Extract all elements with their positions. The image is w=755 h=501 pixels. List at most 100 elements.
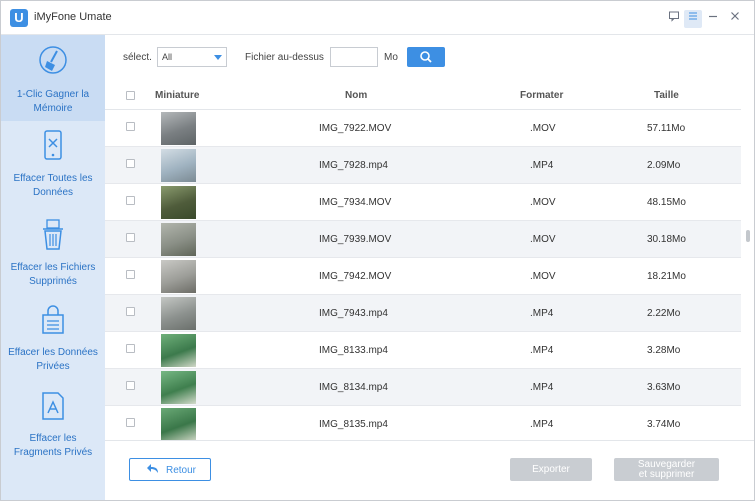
sidebar-item-label: Effacer les Données Privées [8, 347, 98, 372]
type-select[interactable]: All [157, 47, 227, 67]
sidebar: 1-Clic Gagner la Mémoire Effacer Toutes … [1, 35, 105, 500]
lock-data-icon [1, 303, 105, 342]
row-checkbox[interactable] [126, 381, 135, 390]
file-format: .MOV [530, 271, 556, 282]
sidebar-item-erase-deleted[interactable]: Effacer les Fichiers Supprimés [1, 218, 105, 298]
file-name: IMG_8135.mp4 [319, 419, 388, 430]
table-header: Miniature Nom Formater Taille [105, 80, 741, 110]
sidebar-item-erase-private[interactable]: Effacer les Données Privées [1, 303, 105, 383]
row-checkbox[interactable] [126, 159, 135, 168]
file-name: IMG_7943.mp4 [319, 308, 388, 319]
file-format: .MP4 [530, 382, 554, 393]
scrollbar-track[interactable] [742, 111, 750, 439]
file-format: .MOV [530, 234, 556, 245]
file-size: 3.74Mo [647, 419, 681, 430]
video-thumbnail[interactable] [161, 371, 196, 404]
select-value: All [162, 52, 173, 62]
video-thumbnail[interactable] [161, 408, 196, 440]
feedback-icon[interactable] [665, 10, 683, 28]
export-button-label: Exporter [532, 464, 570, 475]
filter-bar: sélect. All Fichier au-dessus Mo [105, 35, 754, 80]
file-name: IMG_7939.MOV [319, 234, 392, 245]
column-header-miniature: Miniature [155, 90, 200, 101]
file-name: IMG_8134.mp4 [319, 382, 388, 393]
select-label: sélect. [123, 52, 152, 63]
sidebar-item-label: Effacer les Fichiers Supprimés [10, 262, 96, 287]
table-row[interactable]: IMG_8135.mp4 .MP4 3.74Mo [105, 406, 741, 440]
table-row[interactable]: IMG_8133.mp4 .MP4 3.28Mo [105, 332, 741, 369]
app-window: U iMyFone Umate 1-Clic Gagner la Mémoire… [0, 0, 755, 501]
save-button-label-line2: et supprimer [638, 469, 695, 480]
video-thumbnail[interactable] [161, 186, 196, 219]
search-button[interactable] [407, 47, 445, 67]
column-header-taille: Taille [654, 90, 679, 101]
table-row[interactable]: IMG_7928.mp4 .MP4 2.09Mo [105, 147, 741, 184]
phone-erase-icon [1, 129, 105, 168]
file-size: 48.15Mo [647, 197, 686, 208]
file-format: .MP4 [530, 308, 554, 319]
file-format: .MOV [530, 123, 556, 134]
video-thumbnail[interactable] [161, 260, 196, 293]
table-row[interactable]: IMG_8134.mp4 .MP4 3.63Mo [105, 369, 741, 406]
sidebar-item-erase-all[interactable]: Effacer Toutes les Données [1, 129, 105, 209]
column-header-formater: Formater [520, 90, 564, 101]
file-format: .MP4 [530, 160, 554, 171]
back-button[interactable]: Retour [129, 458, 211, 481]
size-input[interactable] [330, 47, 378, 67]
row-checkbox[interactable] [126, 270, 135, 279]
trash-files-icon [1, 218, 105, 257]
minimize-icon[interactable] [704, 10, 722, 28]
back-button-label: Retour [166, 465, 197, 476]
file-name: IMG_7922.MOV [319, 123, 392, 134]
file-name: IMG_7934.MOV [319, 197, 392, 208]
video-thumbnail[interactable] [161, 149, 196, 182]
file-size: 2.22Mo [647, 308, 681, 319]
table-row[interactable]: IMG_7939.MOV .MOV 30.18Mo [105, 221, 741, 258]
table-row[interactable]: IMG_7942.MOV .MOV 18.21Mo [105, 258, 741, 295]
table-row[interactable]: IMG_7922.MOV .MOV 57.11Mo [105, 110, 741, 147]
file-format: .MP4 [530, 419, 554, 430]
video-thumbnail[interactable] [161, 334, 196, 367]
size-unit-label: Mo [384, 52, 398, 63]
table-row[interactable]: IMG_7934.MOV .MOV 48.15Mo [105, 184, 741, 221]
file-format: .MOV [530, 197, 556, 208]
file-name: IMG_7928.mp4 [319, 160, 388, 171]
sidebar-item-free-space[interactable]: 1-Clic Gagner la Mémoire [1, 35, 105, 121]
close-icon[interactable] [726, 10, 744, 28]
size-filter-label: Fichier au-dessus [245, 52, 324, 63]
save-and-delete-button[interactable]: Sauvegarder et supprimer [614, 458, 719, 481]
title-bar: U iMyFone Umate [1, 1, 754, 35]
file-format: .MP4 [530, 345, 554, 356]
app-title: iMyFone Umate [34, 11, 112, 23]
video-thumbnail[interactable] [161, 112, 196, 145]
broom-icon [1, 45, 105, 84]
search-icon [420, 51, 432, 63]
file-name: IMG_8133.mp4 [319, 345, 388, 356]
row-checkbox[interactable] [126, 418, 135, 427]
row-checkbox[interactable] [126, 307, 135, 316]
file-size: 57.11Mo [647, 123, 686, 134]
file-name: IMG_7942.MOV [319, 271, 392, 282]
sidebar-item-erase-fragments[interactable]: Effacer les Fragments Privés [1, 389, 105, 469]
row-checkbox[interactable] [126, 196, 135, 205]
row-checkbox[interactable] [126, 122, 135, 131]
video-thumbnail[interactable] [161, 297, 196, 330]
file-size: 3.28Mo [647, 345, 681, 356]
chevron-down-icon [214, 55, 222, 60]
file-table: Miniature Nom Formater Taille IMG_7922.M… [105, 80, 741, 440]
scrollbar-thumb[interactable] [746, 230, 750, 242]
export-button[interactable]: Exporter [510, 458, 592, 481]
file-size: 18.21Mo [647, 271, 686, 282]
select-all-checkbox[interactable] [126, 91, 135, 100]
sidebar-item-label: Effacer les Fragments Privés [13, 433, 93, 458]
column-header-nom: Nom [345, 90, 368, 101]
video-thumbnail[interactable] [161, 223, 196, 256]
row-checkbox[interactable] [126, 344, 135, 353]
table-row[interactable]: IMG_7943.mp4 .MP4 2.22Mo [105, 295, 741, 332]
app-logo: U [10, 9, 28, 27]
menu-icon[interactable] [684, 10, 702, 28]
row-checkbox[interactable] [126, 233, 135, 242]
sidebar-item-label: 1-Clic Gagner la Mémoire [16, 89, 90, 114]
file-size: 3.63Mo [647, 382, 681, 393]
file-size: 2.09Mo [647, 160, 681, 171]
